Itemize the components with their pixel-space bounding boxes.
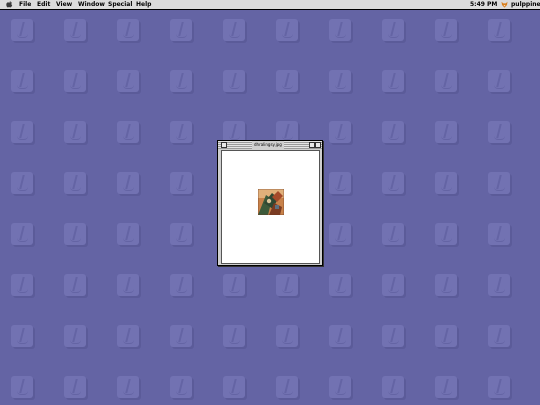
mac-face-icon <box>168 374 194 400</box>
desktop[interactable]: File Edit View Window Special Help 5:49 … <box>0 0 540 405</box>
mac-face-icon <box>274 68 300 94</box>
window-title: dhralingsy.jpg <box>252 141 284 149</box>
menubar-clock[interactable]: 5:49 PM <box>470 0 497 9</box>
mac-face-icon <box>327 119 353 145</box>
mac-face-icon <box>486 323 512 349</box>
mac-face-icon <box>380 272 406 298</box>
mac-face-icon <box>433 374 459 400</box>
mac-face-icon <box>486 68 512 94</box>
mac-face-icon <box>115 323 141 349</box>
close-box-icon[interactable] <box>221 142 227 148</box>
mac-face-icon <box>168 17 194 43</box>
window-title-bar[interactable]: dhralingsy.jpg <box>218 141 322 149</box>
mac-face-icon <box>486 374 512 400</box>
mac-face-icon <box>9 272 35 298</box>
menu-bar: File Edit View Window Special Help 5:49 … <box>0 0 540 10</box>
mac-face-icon <box>9 323 35 349</box>
mac-face-icon <box>9 221 35 247</box>
mac-face-icon <box>486 170 512 196</box>
mac-face-icon <box>380 323 406 349</box>
mac-face-icon <box>327 221 353 247</box>
fox-icon[interactable] <box>501 1 508 8</box>
mac-face-icon <box>62 221 88 247</box>
mac-face-icon <box>486 272 512 298</box>
mac-face-icon <box>433 272 459 298</box>
mac-face-icon <box>9 119 35 145</box>
mac-face-icon <box>486 221 512 247</box>
mac-face-icon <box>168 221 194 247</box>
mac-face-icon <box>380 68 406 94</box>
mac-face-icon <box>115 170 141 196</box>
mac-face-icon <box>62 374 88 400</box>
mac-face-icon <box>486 17 512 43</box>
apple-icon[interactable] <box>6 1 13 8</box>
mac-face-icon <box>327 374 353 400</box>
mac-face-icon <box>433 17 459 43</box>
mac-face-icon <box>62 323 88 349</box>
mac-face-icon <box>9 374 35 400</box>
mac-face-icon <box>433 170 459 196</box>
mac-face-icon <box>221 272 247 298</box>
mac-face-icon <box>380 170 406 196</box>
mac-face-icon <box>327 323 353 349</box>
mac-face-icon <box>221 68 247 94</box>
mac-face-icon <box>9 17 35 43</box>
mac-face-icon <box>433 68 459 94</box>
mac-face-icon <box>327 170 353 196</box>
collapse-box-icon[interactable] <box>315 142 321 148</box>
mac-face-icon <box>274 374 300 400</box>
mac-face-icon <box>274 323 300 349</box>
menu-file[interactable]: File <box>19 0 31 9</box>
mac-face-icon <box>433 323 459 349</box>
image-thumbnail <box>258 189 284 215</box>
mac-face-icon <box>62 272 88 298</box>
mac-face-icon <box>433 221 459 247</box>
mac-face-icon <box>168 323 194 349</box>
mac-face-icon <box>221 323 247 349</box>
mac-face-icon <box>486 119 512 145</box>
mac-face-icon <box>115 119 141 145</box>
menu-window[interactable]: Window <box>78 0 105 9</box>
mac-face-icon <box>274 17 300 43</box>
mac-face-icon <box>9 68 35 94</box>
mac-face-icon <box>168 119 194 145</box>
menu-special[interactable]: Special <box>108 0 132 9</box>
mac-face-icon <box>221 17 247 43</box>
image-window[interactable]: dhralingsy.jpg <box>217 140 323 266</box>
mac-face-icon <box>115 221 141 247</box>
mac-face-icon <box>274 272 300 298</box>
mac-face-icon <box>221 374 247 400</box>
mac-face-icon <box>62 17 88 43</box>
mac-face-icon <box>327 272 353 298</box>
menu-help[interactable]: Help <box>136 0 151 9</box>
mac-face-icon <box>115 374 141 400</box>
mac-face-icon <box>62 170 88 196</box>
mac-face-icon <box>380 221 406 247</box>
mac-face-icon <box>327 17 353 43</box>
mac-face-icon <box>62 68 88 94</box>
mac-face-icon <box>115 68 141 94</box>
mac-face-icon <box>62 119 88 145</box>
mac-face-icon <box>380 17 406 43</box>
mac-face-icon <box>9 170 35 196</box>
mac-face-icon <box>168 170 194 196</box>
mac-face-icon <box>168 272 194 298</box>
menu-view[interactable]: View <box>56 0 72 9</box>
image-viewer-content <box>221 150 320 264</box>
mac-face-icon <box>433 119 459 145</box>
mac-face-icon <box>115 17 141 43</box>
mac-face-icon <box>380 374 406 400</box>
menu-edit[interactable]: Edit <box>37 0 50 9</box>
mac-face-icon <box>380 119 406 145</box>
application-menu[interactable]: pulppine <box>511 0 540 9</box>
mac-face-icon <box>327 68 353 94</box>
mac-face-icon <box>115 272 141 298</box>
mac-face-icon <box>168 68 194 94</box>
